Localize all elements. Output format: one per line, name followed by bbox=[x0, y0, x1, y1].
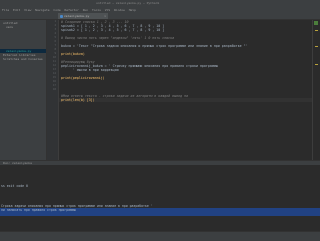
line-number: 10 bbox=[52, 56, 56, 59]
warning-marker[interactable] bbox=[315, 46, 318, 47]
line-number: 14 bbox=[52, 72, 56, 75]
menu-window[interactable]: Window bbox=[114, 8, 125, 12]
menu-edit[interactable]: Edit bbox=[13, 8, 20, 12]
line-number: 15 bbox=[52, 76, 56, 79]
menu-file[interactable]: File bbox=[2, 8, 9, 12]
code-line: bukva = 'Текст "Строка задачи описания и… bbox=[61, 44, 248, 48]
code-line: print(peplicirovannij) bbox=[61, 76, 105, 80]
warning-marker[interactable] bbox=[315, 64, 318, 65]
run-console[interactable]: ss exit code 0 Строка задачи описания пр… bbox=[0, 165, 320, 231]
line-number: 9 bbox=[54, 52, 56, 55]
inspection-status-icon[interactable] bbox=[314, 21, 318, 25]
menu-run[interactable]: Run bbox=[83, 8, 88, 12]
code-line: # Вывод числа пять через "индексы" 'пять… bbox=[61, 36, 175, 40]
tab-label: zeleniyanka.py bbox=[64, 14, 90, 18]
close-icon[interactable]: × bbox=[104, 13, 106, 19]
console-line: ли написать про правило строк программы bbox=[1, 208, 76, 212]
line-number: 3 bbox=[54, 28, 56, 31]
python-file-icon bbox=[60, 14, 63, 18]
code-line: spisok2 = [ 1 , 2 , 3 , 4 , 5 , 6 , 7 , … bbox=[61, 28, 165, 32]
line-number: 12 bbox=[52, 64, 56, 67]
line-number: 16 bbox=[52, 80, 56, 83]
line-number: 18 bbox=[52, 88, 56, 91]
line-number: 13 bbox=[52, 68, 56, 71]
menu-vcs[interactable]: VCS bbox=[105, 8, 110, 12]
line-number: 5 bbox=[54, 36, 56, 39]
project-node-scratches[interactable]: Scratches and Consoles bbox=[3, 58, 43, 61]
current-line-highlight bbox=[59, 98, 312, 102]
menu-refactor[interactable]: Refactor bbox=[64, 8, 78, 12]
console-line: ss exit code 0 bbox=[1, 184, 28, 188]
menu-navigate[interactable]: Navigate bbox=[35, 8, 49, 12]
line-number: 7 bbox=[54, 44, 56, 47]
menu-code[interactable]: Code bbox=[53, 8, 60, 12]
code-line: print(bukva) bbox=[61, 52, 85, 56]
code-line: ' мысли в при коррекции bbox=[61, 68, 119, 72]
project-tree: untitled venv zeleniyanka.py External Li… bbox=[0, 20, 47, 160]
code-line: print(len(b) [3]) bbox=[61, 98, 95, 102]
line-number: 8 bbox=[54, 48, 56, 51]
line-number: 2 bbox=[54, 24, 56, 27]
code-editor[interactable]: # Создание списка 1 , 2 , 3 ... 10 spiso… bbox=[59, 20, 312, 160]
line-number-gutter: 1 2 3 4 5 6 7 8 9 10 11 12 13 14 15 16 1… bbox=[47, 20, 59, 160]
tab-zeleniyanka[interactable]: zeleniyanka.py × bbox=[58, 13, 108, 19]
menu-tools[interactable]: Tools bbox=[92, 8, 101, 12]
line-number: 17 bbox=[52, 84, 56, 87]
line-number: 11 bbox=[52, 60, 56, 63]
project-node-venv[interactable]: venv bbox=[6, 26, 13, 29]
window-title: untitled – zeleniyanka.py – PyCharm bbox=[96, 1, 160, 5]
menu-help[interactable]: Help bbox=[129, 8, 136, 12]
line-number: 4 bbox=[54, 32, 56, 35]
line-number: 6 bbox=[54, 40, 56, 43]
editor-scrollbar[interactable] bbox=[312, 20, 320, 160]
warning-marker[interactable] bbox=[315, 30, 318, 31]
menu-view[interactable]: View bbox=[24, 8, 31, 12]
line-number: 1 bbox=[54, 20, 56, 23]
editor-tab-bar: zeleniyanka.py × bbox=[0, 13, 320, 30]
